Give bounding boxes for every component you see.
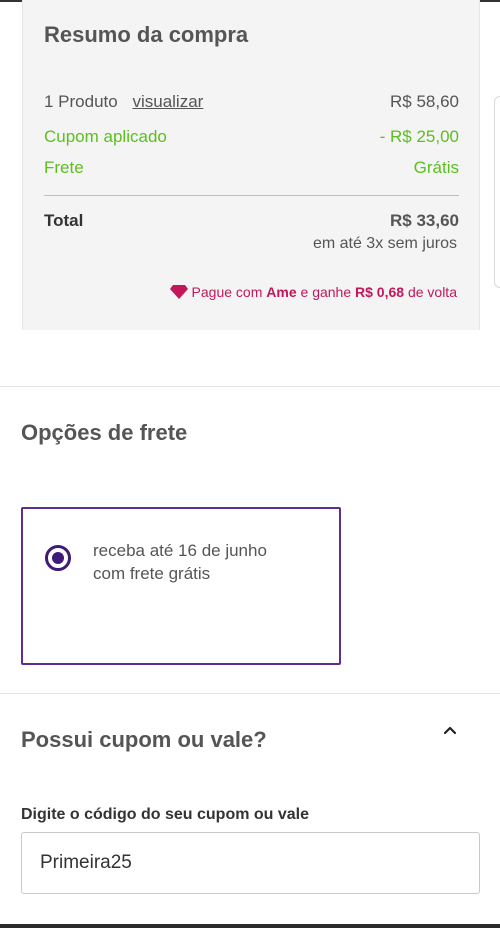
installments-text: em até 3x sem juros bbox=[312, 235, 457, 252]
shipping-option-text: receba até 16 de junho com frete grátis bbox=[93, 539, 267, 585]
products-row: 1 Produto visualizar R$ 58,60 bbox=[44, 92, 459, 112]
shipping-option-card[interactable]: receba até 16 de junho com frete grátis bbox=[21, 507, 341, 665]
coupon-applied-value: - R$ 25,00 bbox=[379, 127, 459, 146]
ame-middle: e ganhe bbox=[300, 284, 352, 300]
shipping-row: Frete Grátis bbox=[44, 158, 459, 178]
products-value: R$ 58,60 bbox=[390, 92, 459, 111]
total-value: R$ 33,60 bbox=[390, 211, 459, 230]
summary-title: Resumo da compra bbox=[44, 22, 249, 47]
coupon-applied-label: Cupom aplicado bbox=[44, 127, 167, 146]
section-separator bbox=[0, 693, 500, 694]
diamond-icon bbox=[169, 285, 188, 299]
side-panel-edge bbox=[494, 96, 500, 288]
shipping-label: Frete bbox=[44, 158, 84, 177]
shipping-options-title: Opções de frete bbox=[21, 420, 188, 445]
shipping-value: Grátis bbox=[413, 158, 459, 177]
section-separator bbox=[0, 386, 500, 387]
total-label: Total bbox=[44, 211, 84, 230]
coupon-applied-row: Cupom aplicado - R$ 25,00 bbox=[44, 127, 459, 147]
total-row: Total R$ 33,60 bbox=[44, 211, 459, 231]
view-products-link[interactable]: visualizar bbox=[132, 92, 203, 111]
ame-prefix: Pague com bbox=[191, 284, 263, 300]
chevron-up-icon[interactable] bbox=[442, 724, 458, 736]
coupon-section-title: Possui cupom ou vale? bbox=[21, 727, 267, 752]
shipping-option-line1: receba até 16 de junho bbox=[93, 541, 267, 560]
ame-cashback-promo: Pague com Ame e ganhe R$ 0,68 de volta bbox=[169, 284, 457, 300]
radio-button-selected[interactable] bbox=[45, 545, 71, 571]
ame-suffix: de volta bbox=[407, 284, 457, 300]
products-label: 1 Produto bbox=[44, 92, 118, 111]
ame-brand: Ame bbox=[266, 284, 297, 300]
bottom-edge-line bbox=[0, 924, 500, 928]
shipping-option-line2: com frete grátis bbox=[93, 564, 211, 583]
coupon-code-input[interactable] bbox=[21, 832, 480, 894]
order-summary-card: Resumo da compra 1 Produto visualizar R$… bbox=[22, 0, 480, 330]
coupon-input-label: Digite o código do seu cupom ou vale bbox=[21, 806, 310, 823]
summary-divider bbox=[44, 195, 459, 196]
radio-dot bbox=[52, 552, 64, 564]
ame-cashback-value: R$ 0,68 bbox=[355, 284, 405, 300]
